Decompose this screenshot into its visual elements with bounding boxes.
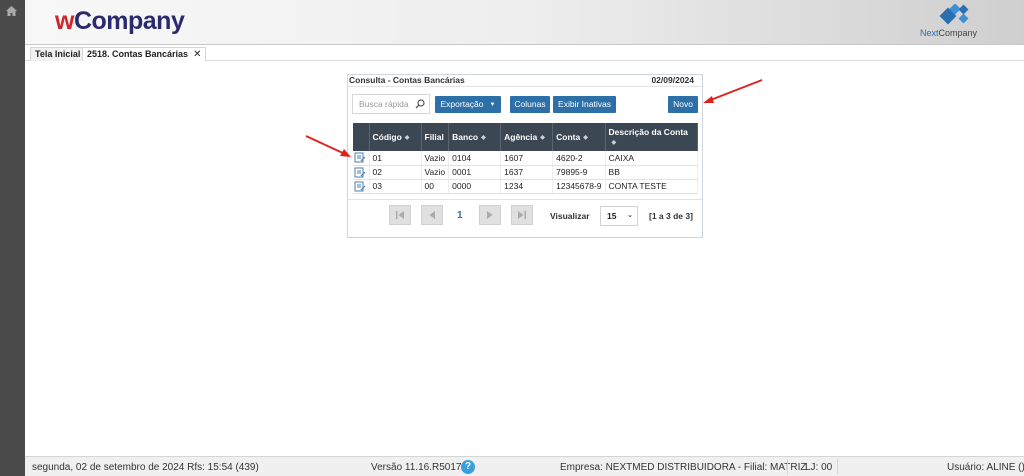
sort-icon: ◆ <box>540 135 545 141</box>
first-page-button[interactable] <box>389 205 411 225</box>
consulta-panel: Consulta - Contas Bancárias 02/09/2024 E… <box>347 74 703 238</box>
row-edit-cell[interactable] <box>353 165 370 180</box>
wcompany-logo: wCompany <box>55 7 185 35</box>
header-codigo[interactable]: Código ◆ <box>369 123 422 151</box>
header-filial[interactable]: Filial <box>421 123 450 151</box>
search-input[interactable] <box>353 95 413 113</box>
status-bar: segunda, 02 de setembro de 2024 Rfs: 15:… <box>25 456 1024 476</box>
nextcompany-diamonds-icon <box>939 4 969 25</box>
prev-page-icon <box>429 211 435 219</box>
caret-down-icon: ▼ <box>489 102 496 108</box>
footer-user: Usuário: ALINE () <box>947 462 1024 473</box>
nextcompany-logo: NextCompany <box>920 4 982 40</box>
header-icon-col <box>353 123 370 151</box>
sort-icon: ◆ <box>611 140 617 146</box>
page-size-select[interactable]: 15 ⌄ <box>600 206 638 226</box>
header-descricao[interactable]: Descrição da Conta◆ <box>605 123 699 151</box>
columns-button[interactable]: Colunas <box>510 96 550 113</box>
footer-divider <box>787 459 788 475</box>
header-agencia[interactable]: Agência ◆ <box>500 123 554 151</box>
footer-lj: LJ: 00 <box>805 462 833 473</box>
tab-contas-bancarias[interactable]: 2518. Contas Bancárias ✕ <box>82 47 207 61</box>
app-header: wCompany NextCompany <box>25 0 1024 45</box>
accounts-table: Código ◆ Filial Banco ◆ Agência ◆ Conta ◆ De… <box>353 123 699 194</box>
tab-tela-inicial[interactable]: Tela Inicial <box>30 47 86 61</box>
help-icon[interactable]: ? <box>461 460 475 474</box>
prev-page-button[interactable] <box>421 205 443 225</box>
last-page-button[interactable] <box>511 205 533 225</box>
sort-icon: ◆ <box>404 135 410 141</box>
row-edit-cell[interactable] <box>353 151 370 166</box>
table-header-row: Código ◆ Filial Banco ◆ Agência ◆ Conta ◆ De… <box>353 123 699 151</box>
edit-record-icon[interactable] <box>354 152 366 163</box>
edit-record-icon[interactable] <box>354 167 366 178</box>
sort-icon: ◆ <box>481 135 486 141</box>
panel-title: Consulta - Contas Bancárias <box>349 75 465 85</box>
table-row[interactable]: 02 Vazio 0001 1637 79895-9 BB <box>353 165 699 180</box>
first-page-icon <box>396 211 404 219</box>
current-page[interactable]: 1 <box>457 210 463 221</box>
header-banco[interactable]: Banco ◆ <box>448 123 502 151</box>
show-inactive-button[interactable]: Exibir Inativas <box>553 96 616 113</box>
header-conta[interactable]: Conta ◆ <box>552 123 606 151</box>
footer-company: Empresa: NEXTMED DISTRIBUIDORA - Filial:… <box>560 462 807 473</box>
footer-date: segunda, 02 de setembro de 2024 Rfs: 15:… <box>32 462 259 473</box>
quick-search <box>352 94 430 114</box>
last-page-icon <box>518 211 526 219</box>
tab-bar: Tela Inicial 2518. Contas Bancárias ✕ <box>25 45 1024 61</box>
row-edit-cell[interactable] <box>353 179 370 194</box>
pagination: 1 Visualizar 15 ⌄ [1 a 3 de 3] <box>348 199 702 229</box>
arrow-annotation-icon <box>305 135 351 157</box>
left-sidebar <box>0 0 25 476</box>
table-row[interactable]: 01 Vazio 0104 1607 4620-2 CAIXA <box>353 151 699 166</box>
next-page-icon <box>487 211 493 219</box>
search-icon[interactable] <box>415 99 425 109</box>
new-button[interactable]: Novo <box>668 96 698 113</box>
footer-divider <box>837 459 838 475</box>
close-tab-icon[interactable]: ✕ <box>193 49 201 60</box>
arrow-annotation-icon <box>703 79 763 103</box>
record-range: [1 a 3 de 3] <box>649 211 693 221</box>
chevron-down-icon: ⌄ <box>627 212 633 219</box>
view-label: Visualizar <box>550 211 590 221</box>
footer-version: Versão 11.16.R5017 <box>371 462 462 473</box>
home-icon[interactable] <box>6 6 18 18</box>
panel-date: 02/09/2024 <box>651 75 694 85</box>
next-page-button[interactable] <box>479 205 501 225</box>
table-row[interactable]: 03 00 0000 1234 12345678-9 CONTA TESTE <box>353 179 699 194</box>
export-button[interactable]: Exportação ▼ <box>435 96 501 113</box>
edit-record-icon[interactable] <box>354 181 366 192</box>
panel-title-bar: Consulta - Contas Bancárias 02/09/2024 <box>348 75 702 87</box>
sort-icon: ◆ <box>583 135 588 141</box>
